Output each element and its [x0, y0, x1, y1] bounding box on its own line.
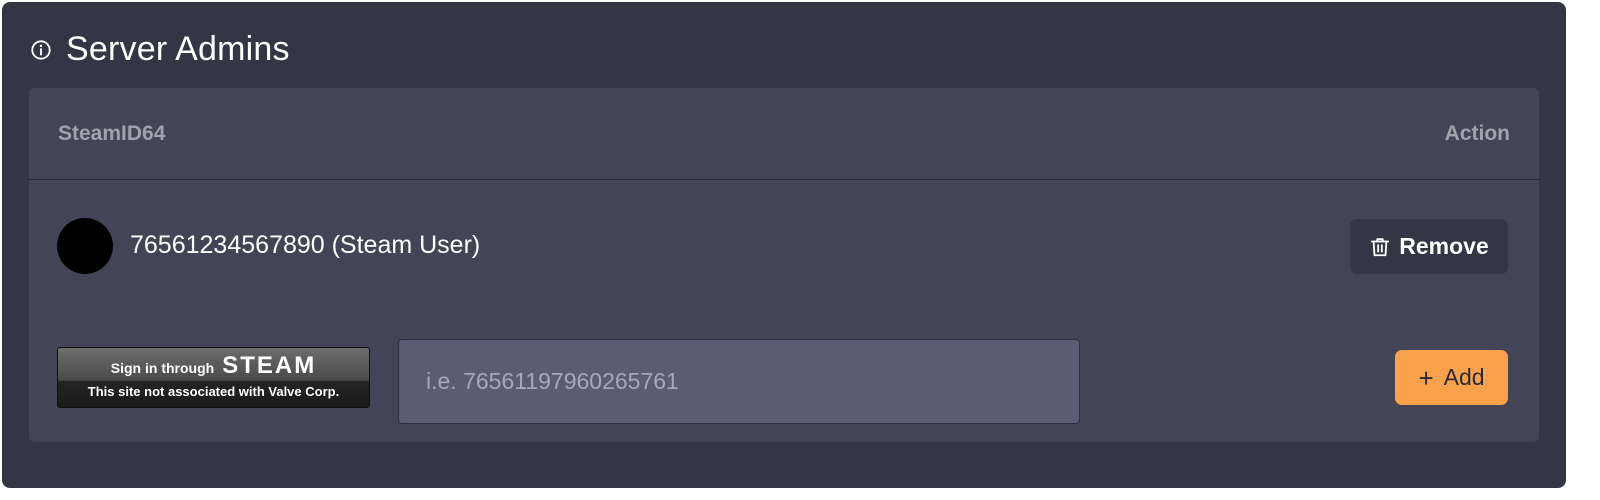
trash-icon: [1371, 237, 1390, 256]
add-button[interactable]: + Add: [1395, 350, 1508, 405]
info-circle-icon: [31, 39, 51, 60]
remove-button[interactable]: Remove: [1350, 219, 1508, 274]
steam-logo-text: STEAM: [222, 352, 317, 379]
column-header-action: Action: [1444, 122, 1510, 145]
steam-disclaimer: This site not associated with Valve Corp…: [87, 384, 340, 399]
column-header-steamid: SteamID64: [58, 122, 166, 145]
table-row: 76561234567890 (Steam User) Remove: [29, 181, 1539, 311]
plus-icon: +: [1418, 362, 1434, 393]
steam-sign-in-top: Sign in through STEAM: [58, 352, 369, 382]
remove-button-label: Remove: [1399, 233, 1489, 259]
page-title: Server Admins: [66, 30, 290, 68]
add-button-label: Add: [1443, 364, 1485, 390]
table-header: SteamID64 Action: [29, 88, 1539, 180]
server-admins-panel: Server Admins SteamID64 Action 765612345…: [2, 2, 1566, 488]
panel-header: Server Admins: [30, 30, 290, 69]
admins-card: SteamID64 Action 76561234567890 (Steam U…: [29, 88, 1539, 442]
avatar: [57, 218, 113, 274]
admin-steamid-label: 76561234567890 (Steam User): [130, 231, 481, 259]
steam-sign-in-button[interactable]: Sign in through STEAM This site not asso…: [57, 347, 370, 408]
steam-sign-in-text: Sign in through: [110, 360, 215, 376]
steamid-input[interactable]: [398, 339, 1080, 424]
